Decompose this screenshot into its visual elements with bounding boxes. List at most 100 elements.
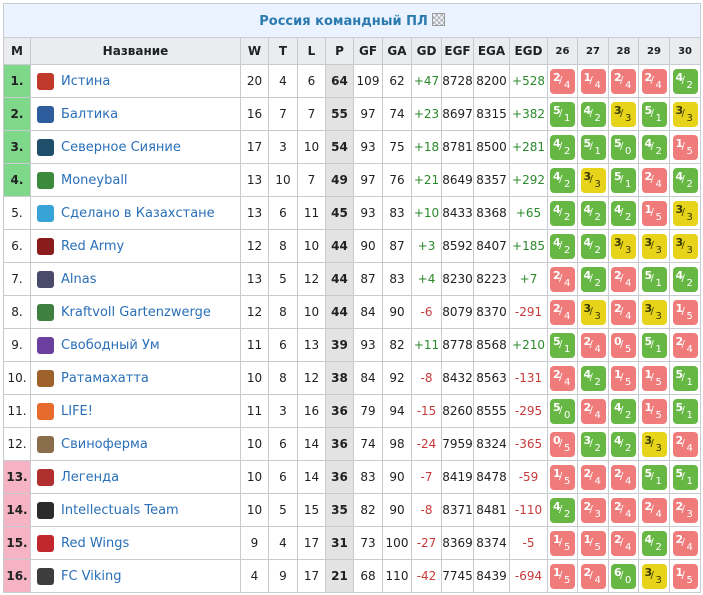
match-result-badge[interactable]: 3/3 [672,200,698,226]
match-result-badge[interactable]: 4/2 [550,200,575,226]
team-link[interactable]: Red Wings [61,536,129,551]
match-result-badge[interactable]: 1/4 [580,68,606,94]
match-result-badge[interactable]: 1/5 [641,398,667,424]
match-result-badge[interactable]: 2/4 [550,299,575,325]
match-result-badge[interactable]: 4/2 [580,266,606,292]
match-result-badge[interactable]: 1/5 [550,464,575,490]
team-link[interactable]: Сделано в Казахстане [61,206,215,221]
match-result-badge[interactable]: 1/5 [580,530,606,556]
match-result-badge[interactable]: 3/3 [611,101,636,127]
match-result-badge[interactable]: 2/4 [580,332,606,358]
match-result-badge[interactable]: 3/3 [641,563,667,589]
match-result-badge[interactable]: 4/2 [641,134,667,160]
match-result-badge[interactable]: 4/2 [550,167,575,193]
match-result-badge[interactable]: 3/3 [641,233,667,259]
match-result-badge[interactable]: 4/2 [580,101,606,127]
match-result-badge[interactable]: 1/5 [672,563,698,589]
match-result-badge[interactable]: 6/0 [611,563,636,589]
match-result-badge[interactable]: 2/4 [611,497,636,523]
match-result-badge[interactable]: 3/2 [580,431,606,457]
match-result-badge[interactable]: 2/3 [580,497,606,523]
match-result-badge[interactable]: 1/5 [550,530,575,556]
match-result-badge[interactable]: 4/2 [672,68,698,94]
match-result-badge[interactable]: 1/5 [641,365,667,391]
team-link[interactable]: Kraftvoll Gartenzwerge [61,305,211,320]
team-link[interactable]: LIFE! [61,404,93,419]
match-result-badge[interactable]: 3/3 [641,431,667,457]
team-link[interactable]: Легенда [61,470,119,485]
match-result-badge[interactable]: 3/3 [611,233,636,259]
match-result-badge[interactable]: 5/0 [550,398,575,424]
match-result-badge[interactable]: 2/4 [672,530,698,556]
match-result-badge[interactable]: 4/2 [580,200,606,226]
match-result-badge[interactable]: 2/4 [641,167,667,193]
team-link[interactable]: Балтика [61,107,118,122]
match-result-badge[interactable]: 5/1 [550,332,575,358]
match-result-badge[interactable]: 4/2 [672,167,698,193]
match-result-badge[interactable]: 5/1 [672,365,698,391]
match-result-badge[interactable]: 5/1 [672,398,698,424]
match-result-badge[interactable]: 2/4 [672,332,698,358]
match-result-badge[interactable]: 2/3 [672,497,698,523]
match-result-badge[interactable]: 5/1 [641,332,667,358]
match-result-badge[interactable]: 4/2 [550,233,575,259]
match-result-badge[interactable]: 4/2 [611,398,636,424]
match-result-badge[interactable]: 4/2 [672,266,698,292]
match-result-badge[interactable]: 0/5 [611,332,636,358]
team-logo-icon [37,204,54,222]
match-result-badge[interactable]: 0/5 [550,431,575,457]
match-result-badge[interactable]: 3/3 [672,233,698,259]
match-result-badge[interactable]: 3/3 [672,101,698,127]
match-result-badge[interactable]: 2/4 [580,563,606,589]
match-result-badge[interactable]: 1/5 [672,134,698,160]
stat-cell-w: 13 [240,262,269,296]
match-result-badge[interactable]: 2/4 [641,68,667,94]
match-result-badge[interactable]: 2/4 [580,398,606,424]
team-link[interactable]: Северное Сияние [61,140,181,155]
stat-cell-l: 11 [297,196,326,230]
match-result-badge[interactable]: 2/4 [611,266,636,292]
match-result-badge[interactable]: 2/4 [550,266,575,292]
match-result-badge[interactable]: 5/1 [641,266,667,292]
team-link[interactable]: Свободный Ум [61,338,160,353]
match-result-badge[interactable]: 5/1 [672,464,698,490]
team-link[interactable]: Moneyball [61,173,128,188]
match-result-badge[interactable]: 2/4 [611,299,636,325]
match-result-badge[interactable]: 2/4 [611,530,636,556]
match-result-badge[interactable]: 4/2 [580,365,606,391]
match-result-badge[interactable]: 3/3 [641,299,667,325]
team-link[interactable]: Истина [61,74,110,89]
match-result-badge[interactable]: 2/4 [672,431,698,457]
match-result-badge[interactable]: 2/4 [611,68,636,94]
match-result-badge[interactable]: 2/4 [611,464,636,490]
team-link[interactable]: Alnas [61,272,96,287]
match-result-badge[interactable]: 1/5 [672,299,698,325]
match-result-badge[interactable]: 3/3 [580,167,606,193]
match-result-badge[interactable]: 4/2 [550,497,575,523]
team-link[interactable]: Ратамахатта [61,371,149,386]
match-result-badge[interactable]: 5/1 [580,134,606,160]
match-result-badge[interactable]: 1/5 [611,365,636,391]
match-result-badge[interactable]: 2/4 [550,68,575,94]
header-row: М Название W T L P GF GA GD EGF EGA EGD 26 27 28 29 30 [3,37,702,65]
match-result-badge[interactable]: 5/1 [611,167,636,193]
match-result-badge[interactable]: 4/2 [611,431,636,457]
match-result-badge[interactable]: 4/2 [611,200,636,226]
match-result-badge[interactable]: 4/2 [580,233,606,259]
match-result-badge[interactable]: 2/4 [580,464,606,490]
team-link[interactable]: Red Army [61,239,124,254]
match-result-badge[interactable]: 2/4 [641,497,667,523]
match-result-badge[interactable]: 5/1 [550,101,575,127]
team-link[interactable]: FC Viking [61,569,122,584]
match-result-badge[interactable]: 5/1 [641,464,667,490]
match-result-badge[interactable]: 3/3 [580,299,606,325]
match-result-badge[interactable]: 4/2 [550,134,575,160]
team-link[interactable]: Intellectuals Team [61,503,179,518]
match-result-badge[interactable]: 2/4 [550,365,575,391]
match-result-badge[interactable]: 4/2 [641,530,667,556]
team-link[interactable]: Свиноферма [61,437,148,452]
match-result-badge[interactable]: 5/1 [641,101,667,127]
match-result-badge[interactable]: 5/0 [611,134,636,160]
match-result-badge[interactable]: 1/5 [641,200,667,226]
match-result-badge[interactable]: 1/5 [550,563,575,589]
